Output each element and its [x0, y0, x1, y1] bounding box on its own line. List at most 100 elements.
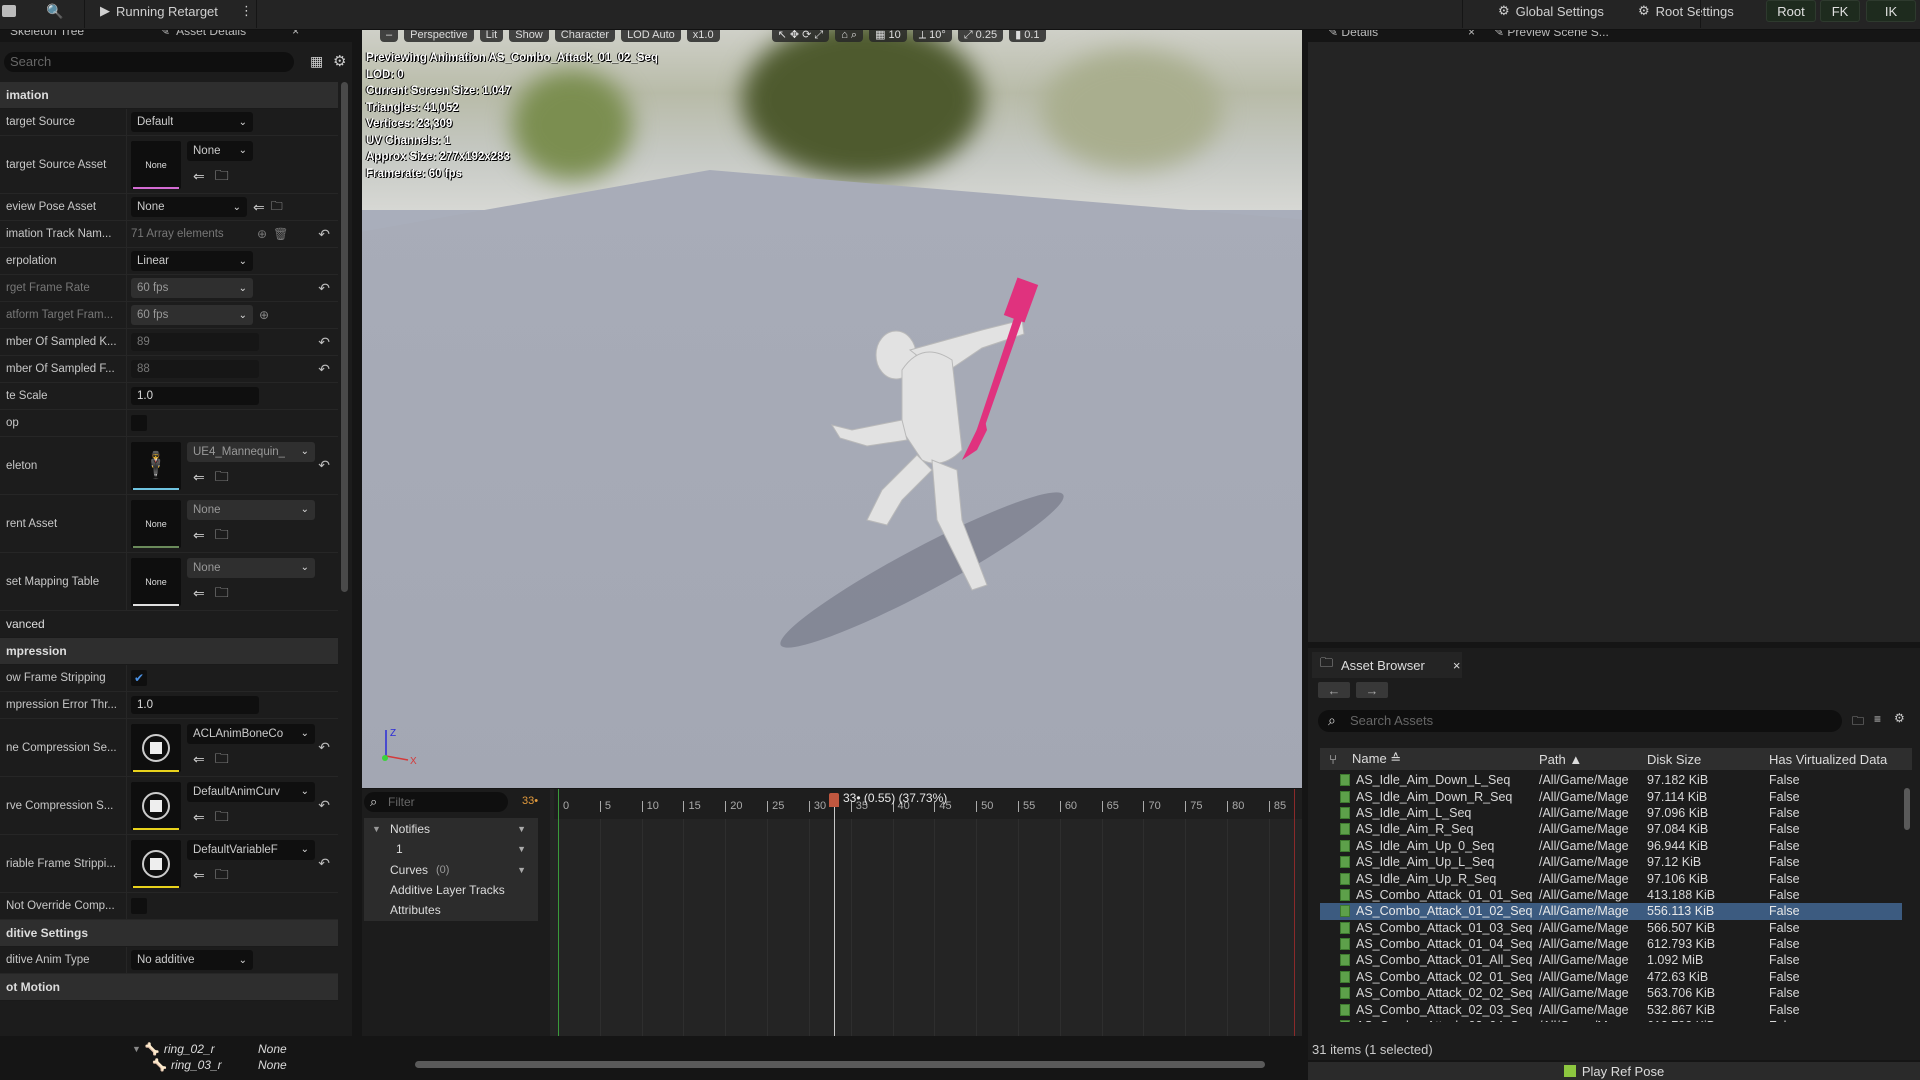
asset-row[interactable]: AS_Combo_Attack_02_03_Seq/All/Game/Mage 5… — [1320, 1001, 1902, 1017]
skeleton-bone-item[interactable]: 🦴 ring_03_r — [152, 1058, 222, 1072]
tab-skeleton-tree[interactable]: Skeleton Tree — [10, 30, 84, 38]
playhead-handle[interactable] — [829, 793, 839, 807]
track-options-icon[interactable]: ▼ — [517, 824, 526, 834]
settings-gear-icon[interactable]: ⚙ — [1894, 711, 1905, 725]
property-dropdown[interactable]: None ⌄ — [187, 557, 315, 578]
show-button[interactable]: Show — [509, 30, 549, 42]
perspective-button[interactable]: Perspective — [404, 30, 474, 42]
track-filter-input[interactable]: Filter — [364, 792, 508, 812]
property-dropdown[interactable]: ACLAnimBoneCo ⌄ — [187, 723, 315, 744]
asset-list-scrollbar[interactable] — [1904, 788, 1910, 830]
close-icon[interactable]: × — [1468, 30, 1475, 39]
property-dropdown[interactable]: DefaultAnimCurv ⌄ — [187, 781, 315, 802]
browse-button[interactable]: 🔍 — [46, 0, 63, 22]
asset-thumbnail[interactable] — [131, 781, 181, 830]
camera-tools[interactable]: ⌂ ⌕ — [835, 30, 864, 42]
asset-row[interactable]: AS_Combo_Attack_01_All_Seq/All/Game/Mage… — [1320, 952, 1902, 968]
use-selected-icon[interactable]: ⇐ — [193, 527, 205, 544]
property-dropdown[interactable]: None ⌄ — [131, 197, 247, 217]
timeline-track[interactable]: Curves (0) ▼ — [364, 858, 538, 881]
tab-preview-scene-settings[interactable]: ✎ Preview Scene S... — [1494, 30, 1609, 39]
close-icon[interactable]: × — [292, 30, 299, 38]
column-disk-size[interactable]: Disk Size — [1647, 752, 1769, 767]
track-options-icon[interactable]: ▼ — [517, 844, 526, 854]
root-settings-button[interactable]: ⚙ Root Settings — [1638, 0, 1734, 22]
category-header[interactable]: vanced — [0, 611, 338, 638]
asset-thumbnail[interactable]: None — [131, 140, 181, 189]
property-text-input[interactable]: 88 — [131, 360, 259, 378]
folder-icon[interactable]: 🗀 — [1852, 712, 1864, 733]
playback-speed-button[interactable]: x1.0 — [686, 30, 720, 42]
lit-button[interactable]: Lit — [479, 30, 504, 42]
preview-viewport[interactable]: – Perspective Lit Show Character LOD Aut… — [362, 30, 1302, 788]
asset-thumbnail[interactable] — [131, 723, 181, 772]
timeline-track[interactable]: Attributes — [364, 899, 538, 922]
camera-speed-button[interactable]: ▮ 0.1 — [1009, 30, 1046, 42]
property-text-input[interactable]: 1.0 — [131, 387, 259, 405]
reset-to-default-icon[interactable]: ↶ — [318, 739, 330, 756]
asset-thumbnail[interactable]: 🕴 — [131, 441, 181, 490]
asset-row[interactable]: AS_Idle_Aim_Down_R_Seq/All/Game/Mage 97.1… — [1320, 788, 1902, 804]
asset-row[interactable]: AS_Combo_Attack_01_02_Seq/All/Game/Mage 5… — [1320, 903, 1902, 920]
asset-thumbnail[interactable] — [131, 839, 181, 888]
mode-ik-button[interactable]: IK — [1866, 0, 1916, 22]
add-override-icon[interactable]: ⊕ — [259, 308, 269, 322]
trash-icon[interactable]: 🗑 — [273, 227, 288, 241]
asset-row[interactable]: AS_Idle_Aim_R_Seq/All/Game/Mage 97.084 Ki… — [1320, 821, 1902, 837]
close-icon[interactable]: × — [1453, 658, 1461, 673]
browse-folder-icon[interactable]: 🗀 — [215, 165, 229, 189]
reset-to-default-icon[interactable]: ↶ — [318, 334, 330, 351]
scale-snap-button[interactable]: ⤢ 0.25 — [957, 30, 1004, 42]
use-selected-icon[interactable]: ⇐ — [193, 168, 205, 185]
use-selected-icon[interactable]: ⇐ — [253, 199, 265, 216]
filter-icon[interactable]: ≡ — [1874, 712, 1881, 726]
reset-to-default-icon[interactable]: ↶ — [318, 280, 330, 297]
reset-to-default-icon[interactable]: ↶ — [318, 457, 330, 474]
timeline-track[interactable]: Additive Layer Tracks — [364, 878, 538, 901]
property-dropdown[interactable]: DefaultVariableF ⌄ — [187, 839, 315, 860]
property-dropdown[interactable]: UE4_Mannequin_ ⌄ — [187, 441, 315, 462]
property-checkbox[interactable] — [131, 415, 147, 431]
use-selected-icon[interactable]: ⇐ — [193, 469, 205, 486]
collapse-arrow-icon[interactable]: ▼ — [372, 824, 381, 834]
category-header[interactable]: imation — [0, 82, 338, 109]
column-path[interactable]: Path ▲ — [1539, 752, 1647, 767]
settings-gear-icon[interactable]: ⚙ — [333, 52, 346, 70]
asset-row[interactable]: AS_Combo_Attack_01_03_Seq/All/Game/Mage 5… — [1320, 920, 1902, 936]
tab-details[interactable]: ✎ Details — [1328, 30, 1378, 39]
details-search-input[interactable]: Search — [4, 52, 294, 72]
property-dropdown[interactable]: 60 fps ⌄ — [131, 278, 253, 298]
use-selected-icon[interactable]: ⇐ — [193, 809, 205, 826]
rotation-snap-button[interactable]: ⟂ 10° — [912, 30, 952, 42]
timeline-grid[interactable]: 0 5 10 15 20 25 30 35 40 45 50 55 60 65 70 75 80 85 33• (… — [554, 789, 1302, 1036]
asset-row[interactable]: AS_Idle_Aim_Up_L_Seq/All/Game/Mage 97.12 … — [1320, 854, 1902, 870]
asset-row[interactable]: AS_Idle_Aim_Up_R_Seq/All/Game/Mage 97.106… — [1320, 870, 1902, 886]
table-view-icon[interactable]: ▦ — [310, 53, 323, 70]
asset-row[interactable]: AS_Idle_Aim_L_Seq/All/Game/Mage 97.096 Ki… — [1320, 805, 1902, 821]
transform-tools[interactable]: ↖ ✥ ⟳ ⤢ — [771, 30, 830, 42]
skeleton-bone-item[interactable]: ▼ 🦴 ring_02_r — [132, 1042, 215, 1056]
asset-row[interactable]: AS_Combo_Attack_01_01_Seq/All/Game/Mage 4… — [1320, 887, 1902, 903]
character-button[interactable]: Character — [554, 30, 616, 42]
asset-row[interactable]: AS_Combo_Attack_02_02_Seq/All/Game/Mage 5… — [1320, 985, 1902, 1001]
property-dropdown[interactable]: 60 fps ⌄ — [131, 305, 253, 325]
column-name[interactable]: Name ≙ — [1346, 751, 1539, 767]
mode-root-button[interactable]: Root — [1766, 0, 1816, 22]
property-text-input[interactable]: 1.0 — [131, 696, 259, 714]
use-selected-icon[interactable]: ⇐ — [193, 585, 205, 602]
asset-thumbnail[interactable]: None — [131, 499, 181, 548]
asset-row[interactable]: AS_Idle_Aim_Down_L_Seq/All/Game/Mage 97.1… — [1320, 772, 1902, 788]
category-header[interactable]: mpression — [0, 638, 338, 665]
asset-row[interactable]: AS_Combo_Attack_02_01_Seq/All/Game/Mage 4… — [1320, 969, 1902, 985]
global-settings-button[interactable]: ⚙ Global Settings — [1498, 0, 1604, 22]
browse-folder-icon[interactable]: 🗀 — [215, 864, 229, 888]
property-dropdown[interactable]: Linear ⌄ — [131, 251, 253, 271]
forward-button[interactable]: → — [1356, 682, 1388, 698]
save-button[interactable] — [2, 0, 16, 22]
running-retarget-button[interactable]: ▶ Running Retarget — [100, 0, 218, 22]
property-dropdown[interactable]: None ⌄ — [187, 499, 315, 520]
category-header[interactable]: ditive Settings — [0, 920, 338, 947]
property-dropdown[interactable]: Default ⌄ — [131, 112, 253, 132]
play-ref-pose-button[interactable]: Play Ref Pose — [1308, 1062, 1920, 1080]
more-options-button[interactable]: ⋮ — [240, 0, 253, 22]
